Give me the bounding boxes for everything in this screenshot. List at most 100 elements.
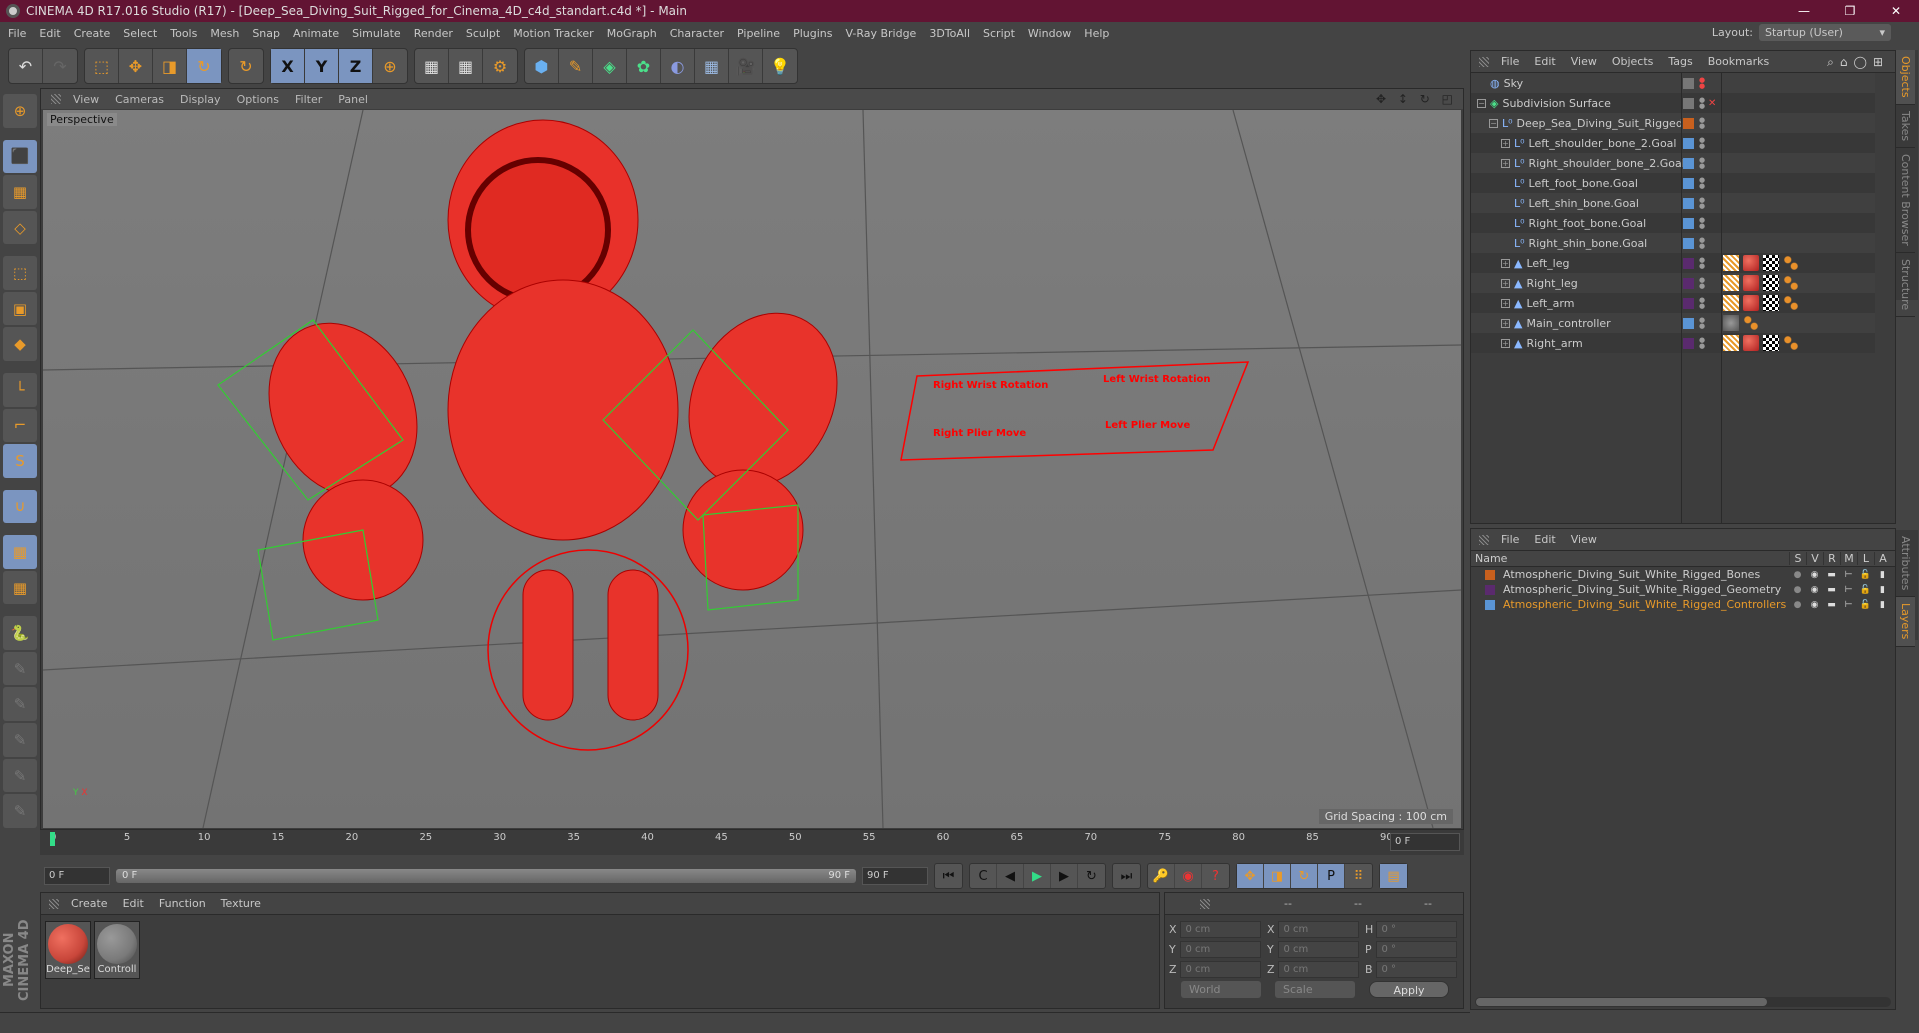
next-keyframe-button[interactable]: ↻ bbox=[1078, 864, 1105, 888]
floor-button[interactable]: ▦ bbox=[695, 49, 729, 83]
scale-tool[interactable]: ◨ bbox=[153, 49, 187, 83]
menu-render[interactable]: Render bbox=[414, 27, 453, 40]
go-to-start-button[interactable]: ⏮ bbox=[935, 864, 962, 888]
menu-file[interactable]: File bbox=[8, 27, 26, 40]
manager-icon[interactable]: ⊢ bbox=[1840, 600, 1857, 610]
menu-create[interactable]: Create bbox=[74, 27, 111, 40]
menu-character[interactable]: Character bbox=[670, 27, 724, 40]
visibility-dots[interactable]: ● ● bbox=[1699, 277, 1705, 290]
layer-color-swatch[interactable] bbox=[1485, 584, 1495, 595]
object-manager-toolbar-icons[interactable]: ⌕⌂◯⊞ bbox=[1827, 55, 1889, 70]
minimize-button[interactable]: — bbox=[1781, 0, 1827, 22]
live-selection-tool[interactable]: ⬚ bbox=[85, 49, 119, 83]
x-axis-lock[interactable]: X bbox=[271, 49, 305, 83]
move-tool[interactable]: ✥ bbox=[119, 49, 153, 83]
panel-grip-icon[interactable] bbox=[51, 94, 61, 104]
visibility-dots[interactable]: ● ● bbox=[1699, 177, 1705, 190]
menu-edit[interactable]: Edit bbox=[39, 27, 60, 40]
layer-column-l[interactable]: L bbox=[1857, 552, 1874, 565]
layer-column-m[interactable]: M bbox=[1840, 552, 1857, 565]
material-menu-function[interactable]: Function bbox=[159, 897, 206, 910]
visibility-dots[interactable]: ● ● bbox=[1699, 137, 1705, 150]
layer-color-swatch[interactable] bbox=[1485, 569, 1495, 580]
visibility-dots[interactable]: ● ● bbox=[1699, 157, 1705, 170]
bp-tool-icon[interactable]: ✎ bbox=[3, 651, 37, 686]
side-tab-layers[interactable]: Layers bbox=[1896, 597, 1915, 647]
material-menu-texture[interactable]: Texture bbox=[221, 897, 261, 910]
layer-column-r[interactable]: R bbox=[1823, 552, 1840, 565]
lock-icon[interactable]: 🔓 bbox=[1857, 585, 1874, 595]
solo-dot-icon[interactable]: ● bbox=[1789, 585, 1806, 595]
recent-tool[interactable]: ↻ bbox=[229, 49, 263, 83]
layer-color-swatch[interactable] bbox=[1683, 157, 1694, 169]
points-mode-icon[interactable]: ⬚ bbox=[3, 256, 37, 290]
expand-toggle-icon[interactable]: + bbox=[1501, 318, 1510, 328]
maximize-button[interactable]: ❐ bbox=[1827, 0, 1873, 22]
texture-tag-icon[interactable] bbox=[1763, 295, 1779, 311]
playhead-marker[interactable] bbox=[50, 832, 55, 846]
menu-sculpt[interactable]: Sculpt bbox=[466, 27, 500, 40]
frame-range-slider[interactable]: 0 F 90 F bbox=[116, 869, 856, 883]
solo-dot-icon[interactable]: ● bbox=[1789, 570, 1806, 580]
y-axis-lock[interactable]: Y bbox=[305, 49, 339, 83]
menu-window[interactable]: Window bbox=[1028, 27, 1071, 40]
key-rotation-button[interactable]: ↻ bbox=[1291, 864, 1318, 888]
panel-grip-icon[interactable] bbox=[1200, 898, 1211, 909]
menu-v-ray-bridge[interactable]: V-Ray Bridge bbox=[845, 27, 916, 40]
object-row[interactable]: + ▲ Left_arm ● ● bbox=[1471, 293, 1875, 313]
key-pla-button[interactable]: ⠿ bbox=[1345, 864, 1372, 888]
joints-tag-icon[interactable] bbox=[1783, 295, 1799, 311]
layer-color-swatch[interactable] bbox=[1683, 317, 1694, 329]
edges-mode-icon[interactable]: ▣ bbox=[3, 291, 37, 326]
viewport-menu-display[interactable]: Display bbox=[180, 93, 221, 106]
model-mode-icon[interactable]: ⬛ bbox=[3, 139, 37, 174]
workplane-align-icon[interactable]: ▦ bbox=[3, 570, 37, 605]
layer-menu-file[interactable]: File bbox=[1501, 533, 1519, 546]
light-button[interactable]: 💡 bbox=[763, 49, 797, 83]
visibility-dots[interactable]: ● ● bbox=[1699, 77, 1705, 90]
object-row[interactable]: + L⁰ Left_shoulder_bone_2.Goal ● ● bbox=[1471, 133, 1875, 153]
menu-mograph[interactable]: MoGraph bbox=[607, 27, 657, 40]
render-clapper-icon[interactable]: ▬ bbox=[1823, 585, 1840, 595]
object-row[interactable]: + ▲ Right_leg ● ● bbox=[1471, 273, 1875, 293]
lock-icon[interactable]: 🔓 bbox=[1857, 570, 1874, 580]
position-field[interactable]: 0 cm bbox=[1180, 920, 1261, 938]
object-row[interactable]: L⁰ Right_shin_bone.Goal ● ● bbox=[1471, 233, 1875, 253]
timeline-button[interactable]: ▤ bbox=[1380, 864, 1407, 888]
axis-mode-icon[interactable]: └ bbox=[3, 372, 37, 407]
tweak-mode-icon[interactable]: ⌐ bbox=[3, 408, 37, 443]
object-row[interactable]: + L⁰ Right_shoulder_bone_2.Goal ● ● bbox=[1471, 153, 1875, 173]
size-field[interactable]: 0 cm bbox=[1278, 960, 1359, 978]
rotation-field[interactable]: 0 ° bbox=[1376, 940, 1457, 958]
visible-eye-icon[interactable]: ◉ bbox=[1806, 570, 1823, 580]
autokey-button[interactable]: ◉ bbox=[1175, 864, 1202, 888]
solo-dot-icon[interactable]: ● bbox=[1789, 600, 1806, 610]
bp-r-tool-icon[interactable]: ✎ bbox=[3, 723, 37, 757]
side-tab-takes[interactable]: Takes bbox=[1896, 105, 1915, 148]
manager-icon[interactable]: ⊢ bbox=[1840, 570, 1857, 580]
menu-tools[interactable]: Tools bbox=[170, 27, 197, 40]
side-tab-structure[interactable]: Structure bbox=[1896, 253, 1915, 317]
current-frame-field[interactable]: 0 F bbox=[1390, 833, 1460, 851]
3d-viewport[interactable]: Perspective Right Wrist Rotation Left Wr… bbox=[43, 110, 1461, 828]
side-tab-objects[interactable]: Objects bbox=[1896, 50, 1915, 105]
make-editable-icon[interactable]: ⊕ bbox=[3, 94, 37, 128]
size-field[interactable]: 0 cm bbox=[1278, 920, 1359, 938]
keyframe-selection-button[interactable]: ? bbox=[1202, 864, 1229, 888]
play-button[interactable]: ▶ bbox=[1024, 864, 1051, 888]
workplane-mode-icon[interactable]: ◇ bbox=[3, 210, 37, 245]
menu-mesh[interactable]: Mesh bbox=[210, 27, 239, 40]
menu-motion-tracker[interactable]: Motion Tracker bbox=[513, 27, 593, 40]
menu-3dtoall[interactable]: 3DToAll bbox=[929, 27, 970, 40]
workplane-lock-icon[interactable]: ▦ bbox=[3, 535, 37, 569]
layer-color-swatch[interactable] bbox=[1683, 197, 1694, 209]
object-menu-objects[interactable]: Objects bbox=[1612, 55, 1654, 68]
coordinate-system-button[interactable]: ⊕ bbox=[373, 49, 407, 83]
expand-toggle-icon[interactable]: + bbox=[1501, 298, 1510, 308]
viewport-menu-options[interactable]: Options bbox=[237, 93, 279, 106]
material-thumbnail[interactable]: Controll bbox=[94, 921, 140, 979]
material-tag-icon[interactable] bbox=[1743, 295, 1759, 311]
weight-tag-icon[interactable] bbox=[1723, 255, 1739, 271]
rotation-field[interactable]: 0 ° bbox=[1376, 960, 1457, 978]
viewport-menu-filter[interactable]: Filter bbox=[295, 93, 322, 106]
